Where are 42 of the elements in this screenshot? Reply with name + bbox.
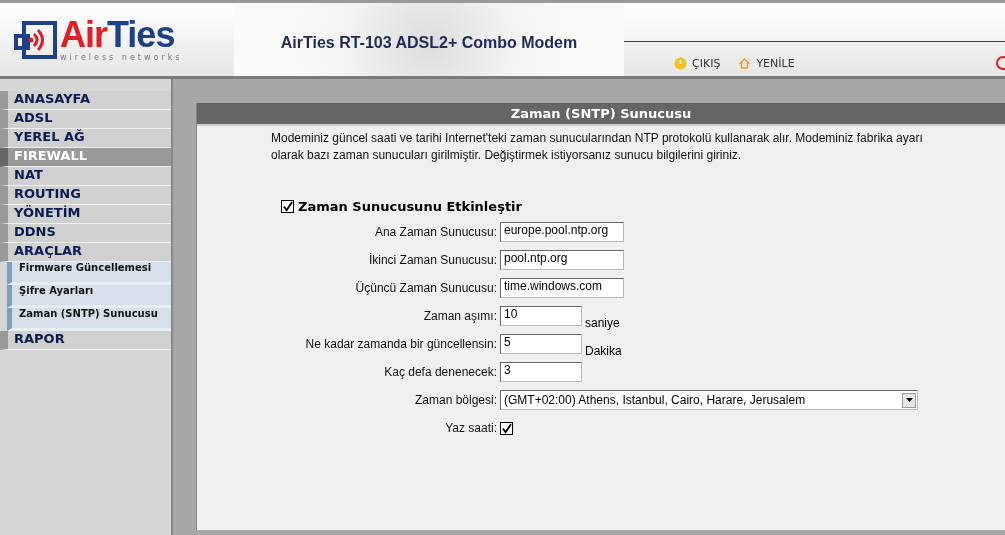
field-label: Üçüncü Zaman Sunucusu: [354,281,497,295]
checkbox[interactable] [281,200,294,213]
field-label: Zaman bölgesi: [413,393,497,407]
input-field[interactable]: europe.pool.ntp.org [500,222,624,242]
submenu-item[interactable]: Zaman (SNTP) Sunucusu [7,308,171,331]
menu-item[interactable]: ROUTING [0,186,171,205]
unit-label: saniye [585,316,620,330]
input-field[interactable]: pool.ntp.org [500,250,624,270]
header-link[interactable]: YENİLE [738,56,795,70]
unit-label: Dakika [585,344,622,358]
modem-title: AirTies RT-103 ADSL2+ Combo Modem [280,32,578,52]
input-field[interactable]: time.windows.com [500,278,624,298]
panel-title: Zaman (SNTP) Sunucusu [197,103,1005,126]
menu-item[interactable]: YEREL AĞ [0,129,171,148]
field-label: Zaman aşımı: [422,309,497,323]
field-label: Ana Zaman Sunucusu: [373,225,497,239]
menu-item[interactable]: ARAÇLAR [0,243,171,262]
checkbox[interactable] [500,421,513,435]
brand-name: AirTies [60,17,175,53]
menu-item[interactable]: DDNS [0,224,171,243]
field-label: Ne kadar zamanda bir güncellensin: [304,337,497,351]
submenu-item[interactable]: Firmware Güncellemesi [7,262,171,285]
header-link[interactable]: ÇIKIŞ [674,56,721,70]
signal-logo-icon [14,19,58,60]
menu-item[interactable]: ANASAYFA [0,91,171,110]
dropdown[interactable]: (GMT+02:00) Athens, Istanbul, Cairo, Harare, Jerusalem [500,390,918,410]
checkbox-label: Zaman Sunucusunu Etkinleştir [298,199,522,214]
field-label: İkinci Zaman Sunucusu: [367,253,497,267]
menu-item[interactable]: NAT [0,167,171,186]
description-text: Modeminiz güncel saati ve tarihi Internet'teki zaman sunucularından NTP protokolü kullanarak alır. Modeminiz fabrika ayarı olarak bazı zaman sunucuları girilmiştir. Değiştirmek istiyorsanız sunucu bilgilerini giriniz. [271,130,924,164]
field-label: Kaç defa denenecek: [383,365,497,379]
field-label: Yaz saati: [444,421,497,435]
submenu-item[interactable]: Şifre Ayarları [7,285,171,308]
dropdown-arrow-icon [905,398,913,402]
menu-item[interactable]: RAPOR [0,331,171,350]
home-icon [738,56,752,70]
menu-item[interactable]: ADSL [0,110,171,129]
brand-tagline: wireless networks [60,53,183,62]
input-field[interactable]: 5 [500,334,582,354]
menu-item[interactable]: YÖNETİM [0,205,171,224]
input-field[interactable]: 10 [500,306,582,326]
input-field[interactable]: 3 [500,362,582,382]
